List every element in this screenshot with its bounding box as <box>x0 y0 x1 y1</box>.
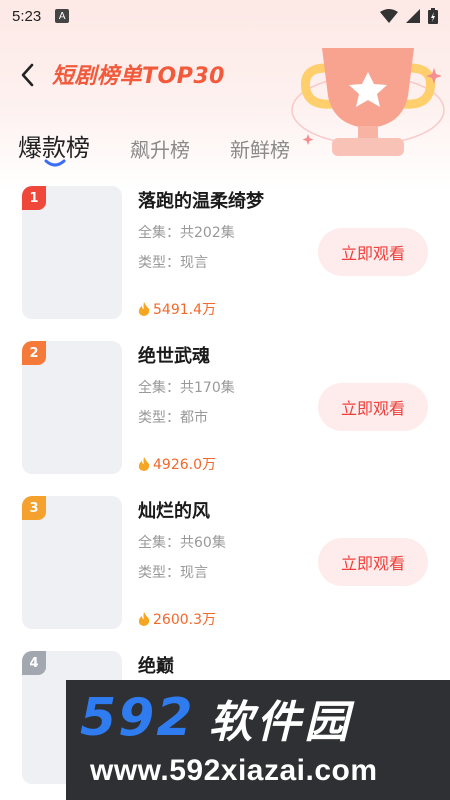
active-tab-indicator <box>44 159 66 167</box>
flame-icon <box>138 612 150 626</box>
drama-title[interactable]: 灿烂的风 <box>138 497 210 523</box>
watermark-name: 软件园 <box>208 697 353 748</box>
tab-hot[interactable]: 爆款榜 <box>18 128 90 163</box>
genre-label: 类型：现言 <box>138 255 208 271</box>
rank-badge: 3 <box>22 496 46 520</box>
heat-value: 5491.4万 <box>138 299 216 319</box>
drama-title[interactable]: 绝世武魂 <box>138 342 210 368</box>
flame-icon <box>138 302 150 316</box>
watermark-logo: 592 软件园 <box>80 688 353 748</box>
rank-badge: 4 <box>22 651 46 675</box>
list-item: 3 灿烂的风 全集：共60集 类型：现言 2600.3万 立即观看 <box>0 496 450 651</box>
genre-label: 类型：现言 <box>138 565 208 581</box>
watermark-banner: 592 软件园 www.592xiazai.com <box>66 680 450 800</box>
chevron-left-icon <box>21 63 34 87</box>
heat-value: 4926.0万 <box>138 454 216 474</box>
watermark-url: www.592xiazai.com <box>90 754 378 787</box>
page-title: 短剧榜单TOP30 <box>52 64 225 89</box>
signal-icon <box>406 9 420 23</box>
status-time: 5:23 <box>12 7 42 25</box>
battery-icon <box>428 8 438 24</box>
status-bar: 5:23 A <box>0 0 450 32</box>
genre-label: 类型：都市 <box>138 410 208 426</box>
watermark-number: 592 <box>80 688 195 748</box>
heat-value: 2600.3万 <box>138 609 216 629</box>
cover-image[interactable]: 3 <box>22 496 122 629</box>
notification-icon: A <box>55 9 70 23</box>
back-button[interactable] <box>14 60 40 90</box>
heat-text: 4926.0万 <box>153 457 216 473</box>
tab-rising[interactable]: 飙升榜 <box>130 134 190 163</box>
list-item: 1 落跑的温柔绮梦 全集：共202集 类型：现言 5491.4万 立即观看 <box>0 186 450 341</box>
flame-icon <box>138 457 150 471</box>
tab-new[interactable]: 新鲜榜 <box>230 134 290 163</box>
heat-text: 2600.3万 <box>153 612 216 628</box>
episode-count: 全集：共202集 <box>138 225 235 241</box>
tab-bar: 爆款榜 飙升榜 新鲜榜 <box>18 128 330 167</box>
episode-count: 全集：共60集 <box>138 535 226 551</box>
wifi-icon <box>380 9 398 23</box>
list-item: 2 绝世武魂 全集：共170集 类型：都市 4926.0万 立即观看 <box>0 341 450 496</box>
cover-image[interactable]: 1 <box>22 186 122 319</box>
drama-title[interactable]: 落跑的温柔绮梦 <box>138 187 264 213</box>
heat-text: 5491.4万 <box>153 302 216 318</box>
episode-count: 全集：共170集 <box>138 380 235 396</box>
cover-image[interactable]: 2 <box>22 341 122 474</box>
rank-badge: 1 <box>22 186 46 210</box>
watch-now-button[interactable]: 立即观看 <box>318 228 428 276</box>
watch-now-button[interactable]: 立即观看 <box>318 383 428 431</box>
rank-badge: 2 <box>22 341 46 365</box>
drama-title[interactable]: 绝巅 <box>138 652 174 678</box>
watch-now-button[interactable]: 立即观看 <box>318 538 428 586</box>
